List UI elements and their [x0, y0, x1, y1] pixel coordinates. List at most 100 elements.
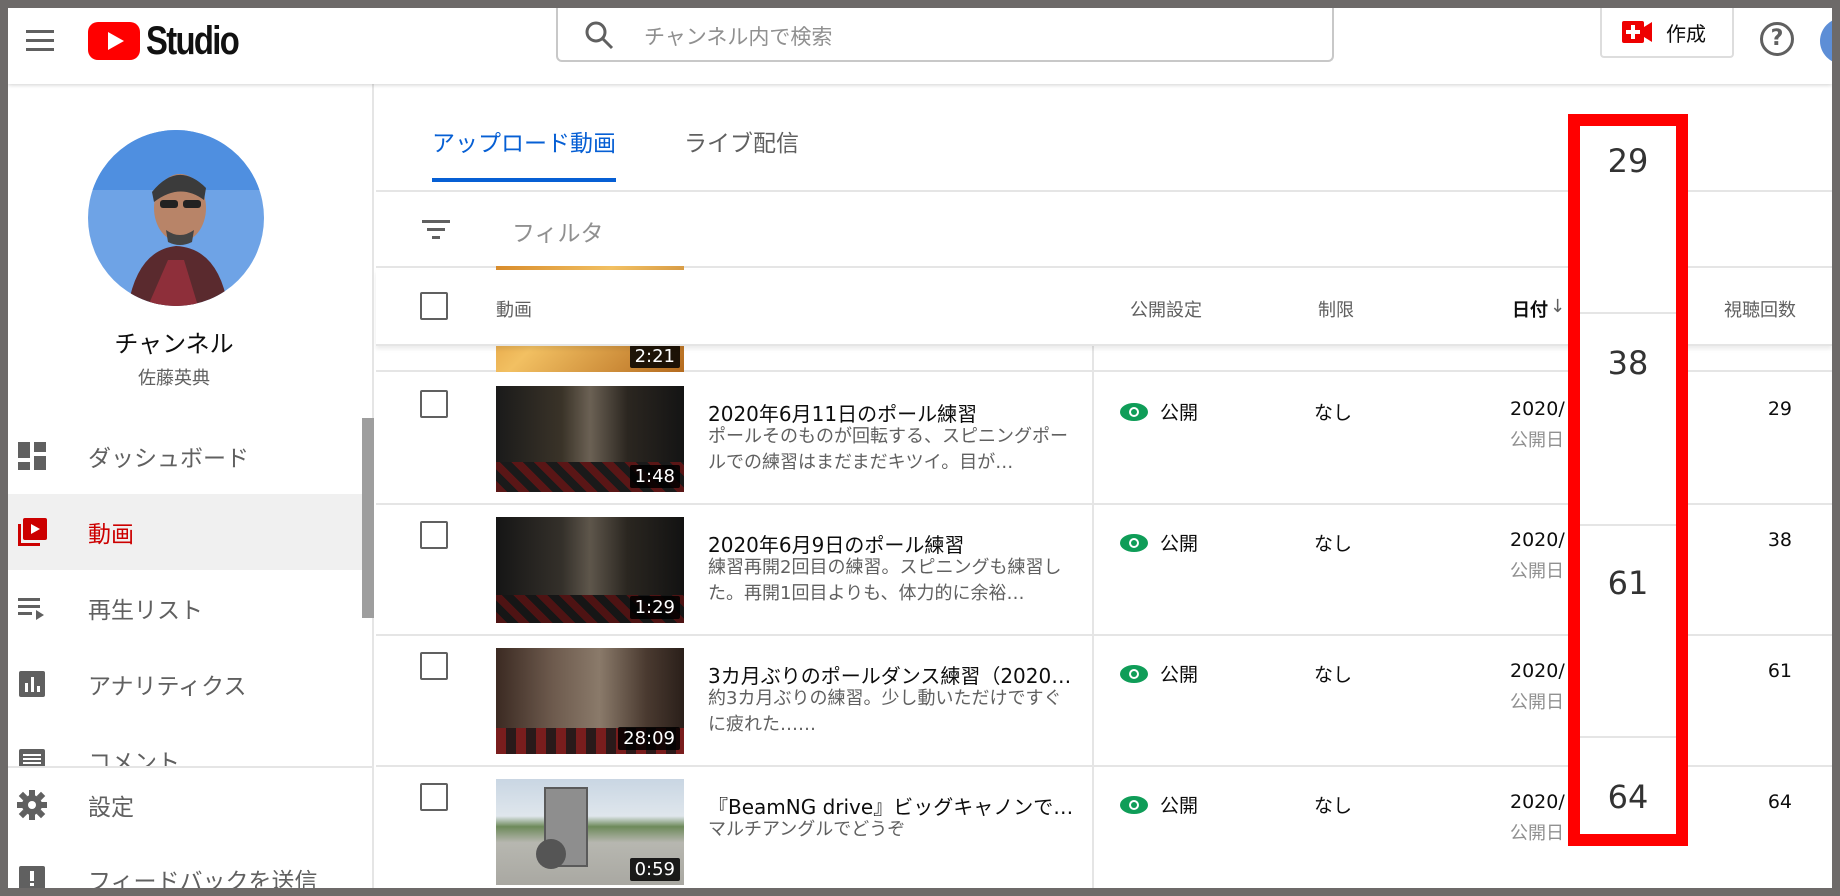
date-status: 公開日: [1510, 561, 1564, 582]
video-duration: 1:29: [629, 596, 680, 619]
sidebar-item-label: ダッシュボード: [88, 446, 249, 472]
video-title[interactable]: 3カ月ぶりのポールダンス練習（2020…: [708, 660, 1078, 689]
column-visibility[interactable]: 公開設定: [1130, 296, 1202, 322]
sidebar-item-playlists[interactable]: 再生リスト: [8, 570, 364, 646]
video-description: 練習再開2回目の練習。スピニングも練習した。再開1回目よりも、体力的に余裕…: [708, 557, 1062, 604]
restriction-value: なし: [1314, 795, 1353, 817]
tab-live[interactable]: ライブ配信: [684, 124, 799, 178]
youtube-logo-icon: [88, 22, 140, 60]
dashboard-icon: [18, 442, 46, 470]
help-icon[interactable]: ?: [1760, 22, 1794, 56]
video-duration: 1:48: [629, 465, 680, 488]
views-count: 61: [1767, 660, 1792, 682]
highlight-value: 61: [1607, 564, 1649, 602]
create-button[interactable]: 作成: [1600, 8, 1734, 58]
highlight-value: 64: [1607, 778, 1649, 816]
channel-avatar[interactable]: [88, 130, 264, 306]
row-checkbox[interactable]: [420, 390, 448, 418]
search-icon: [585, 21, 614, 50]
date-value: 2020/: [1510, 529, 1565, 551]
date-status: 公開日: [1510, 430, 1564, 451]
highlight-value: 29: [1607, 142, 1649, 180]
video-thumbnail[interactable]: 28:09: [496, 648, 684, 754]
sidebar-item-feedback[interactable]: フィードバックを送信: [8, 842, 372, 888]
playlist-icon: [18, 598, 44, 620]
sidebar-nav: ダッシュボード 動画 再生リスト アナリティクス コメント: [8, 418, 364, 798]
sidebar-item-label: フィードバックを送信: [88, 869, 318, 888]
channel-title: チャンネル: [114, 330, 234, 358]
logo-text: Studio: [146, 18, 240, 63]
visibility-label: 公開: [1160, 402, 1199, 424]
video-thumbnail[interactable]: 1:48: [496, 386, 684, 492]
eye-icon: [1120, 664, 1148, 683]
sidebar-item-dashboard[interactable]: ダッシュボード: [8, 418, 364, 494]
highlight-value: 38: [1607, 344, 1649, 382]
search-box[interactable]: チャンネル内で検索: [556, 8, 1334, 62]
visibility-label: 公開: [1160, 664, 1199, 686]
date-value: 2020/: [1510, 791, 1565, 813]
channel-owner: 佐藤英典: [138, 368, 210, 389]
column-views[interactable]: 視聴回数: [1724, 296, 1796, 322]
channel-avatar-image: [88, 130, 264, 306]
sidebar-item-label: 動画: [88, 522, 134, 548]
video-duration: 2:21: [629, 345, 680, 368]
create-label: 作成: [1666, 21, 1706, 46]
row-checkbox[interactable]: [420, 521, 448, 549]
sidebar-bottom-nav: 設定 フィードバックを送信: [8, 766, 372, 888]
video-title[interactable]: 2020年6月9日のポール練習: [708, 529, 1078, 558]
restriction-value: なし: [1314, 664, 1353, 686]
analytics-icon: [19, 671, 45, 697]
tab-uploads[interactable]: アップロード動画: [432, 124, 616, 182]
video-title[interactable]: 2020年6月11日のポール練習: [708, 398, 1078, 427]
sidebar-item-label: 設定: [88, 795, 134, 821]
top-header: Studio チャンネル内で検索 作成 ?: [8, 8, 1832, 84]
restriction-value: なし: [1314, 533, 1353, 555]
visibility-label: 公開: [1160, 533, 1199, 555]
video-description: ポールそのものが回転する、スピニングポールでの練習はまだまだキツイ。目が…: [708, 426, 1068, 473]
date-status: 公開日: [1510, 823, 1564, 844]
filter-icon[interactable]: [422, 218, 450, 242]
sidebar-item-label: 再生リスト: [88, 598, 203, 624]
sidebar-item-analytics[interactable]: アナリティクス: [8, 646, 364, 722]
visibility-public[interactable]: 公開: [1120, 398, 1198, 425]
studio-logo[interactable]: Studio: [88, 16, 258, 66]
views-count: 64: [1767, 791, 1792, 813]
search-input[interactable]: チャンネル内で検索: [644, 21, 832, 51]
studio-window: Studio チャンネル内で検索 作成 ? チャンネル 佐藤英典 ダッシュボード…: [8, 8, 1832, 888]
eye-icon: [1120, 795, 1148, 814]
account-avatar[interactable]: [1820, 18, 1832, 64]
views-count: 38: [1767, 529, 1792, 551]
eye-icon: [1120, 533, 1148, 552]
video-thumbnail[interactable]: 1:29: [496, 517, 684, 623]
date-status: 公開日: [1510, 692, 1564, 713]
eye-icon: [1120, 402, 1148, 421]
menu-icon[interactable]: [16, 18, 64, 66]
filter-input[interactable]: フィルタ: [512, 214, 604, 248]
sort-arrow-icon[interactable]: ↓: [1550, 296, 1565, 317]
sidebar-scrollbar[interactable]: [362, 418, 374, 618]
video-title[interactable]: 『BeamNG drive』ビッグキャノンで…: [708, 791, 1078, 820]
select-all-checkbox[interactable]: [420, 292, 448, 320]
video-description: 約3カ月ぶりの練習。少し動いただけですぐに疲れた……: [708, 688, 1062, 735]
video-thumbnail[interactable]: 0:59: [496, 779, 684, 885]
date-value: 2020/: [1510, 398, 1565, 420]
feedback-icon: [19, 866, 45, 888]
video-icon: [18, 518, 47, 546]
row-checkbox[interactable]: [420, 783, 448, 811]
column-restriction[interactable]: 制限: [1318, 296, 1354, 322]
sidebar-item-videos[interactable]: 動画: [8, 494, 364, 570]
sidebar: チャンネル 佐藤英典 ダッシュボード 動画 再生リスト アナリティクス コメント…: [8, 84, 374, 888]
column-date[interactable]: 日付: [1512, 296, 1548, 322]
video-duration: 0:59: [629, 858, 680, 881]
views-count: 29: [1767, 398, 1792, 420]
create-video-icon: [1622, 21, 1652, 43]
restriction-value: なし: [1314, 402, 1353, 424]
row-checkbox[interactable]: [420, 652, 448, 680]
sidebar-item-settings[interactable]: 設定: [8, 768, 372, 842]
visibility-public[interactable]: 公開: [1120, 660, 1198, 687]
views-highlight-box: 29 38 61 64: [1568, 114, 1688, 846]
visibility-public[interactable]: 公開: [1120, 529, 1198, 556]
column-video: 動画: [496, 300, 532, 321]
gear-icon: [17, 790, 47, 820]
visibility-public[interactable]: 公開: [1120, 791, 1198, 818]
